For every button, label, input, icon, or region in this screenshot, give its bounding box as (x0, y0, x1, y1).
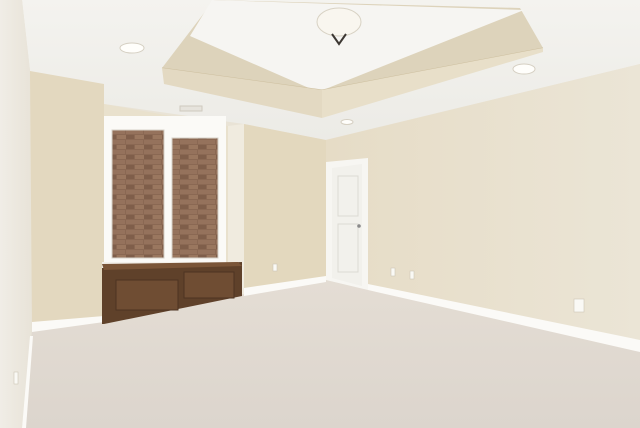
outlet (573, 298, 585, 313)
ceiling-light-fixture (316, 7, 362, 37)
left-wall (30, 71, 104, 330)
outlet (390, 267, 396, 277)
window-glass-right (172, 138, 218, 258)
recessed-light-right (512, 63, 536, 75)
room-illustration (0, 0, 640, 428)
outlet (13, 371, 19, 385)
air-vent (179, 105, 203, 112)
outlet (272, 263, 278, 272)
outlet (409, 270, 415, 280)
door-knob[interactable] (357, 224, 361, 228)
window-glass-left (112, 130, 164, 258)
back-wall (244, 124, 326, 294)
room-photo (0, 0, 640, 428)
recessed-light-left (119, 42, 145, 54)
recessed-light-center (340, 119, 354, 125)
left-near-wall (0, 0, 32, 428)
